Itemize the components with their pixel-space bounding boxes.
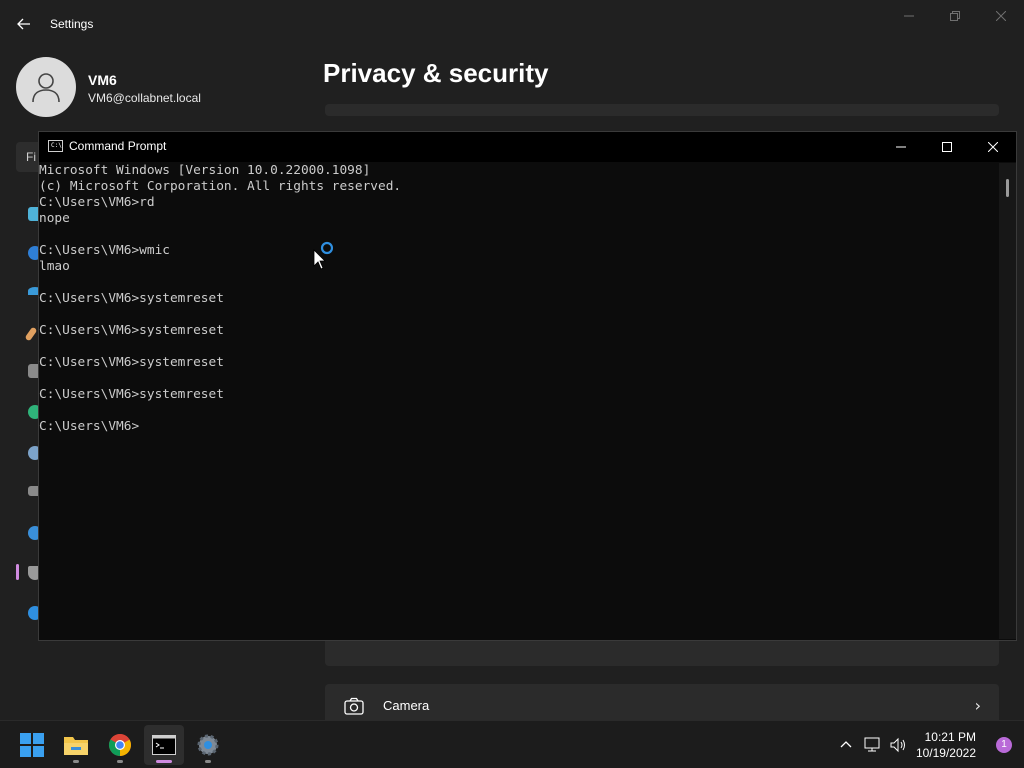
gear-icon: [197, 734, 219, 756]
camera-label: Camera: [383, 698, 430, 713]
folder-icon: [64, 737, 88, 755]
settings-titlebar: Settings: [0, 0, 1024, 48]
chevron-right-icon: ›: [974, 696, 981, 715]
camera-icon: [344, 697, 364, 715]
chevron-up-icon[interactable]: [838, 737, 854, 753]
console-line: (c) Microsoft Corporation. All rights re…: [39, 179, 402, 194]
cmd-maximize-button[interactable]: [924, 132, 970, 162]
console-line: lmao: [39, 259, 70, 274]
running-indicator: [156, 760, 172, 763]
console-line: C:\Users\VM6>systemreset: [39, 355, 224, 370]
minimize-icon: [896, 146, 906, 148]
command-prompt-window[interactable]: C:\ Command Prompt Microsoft Windows [Ve…: [38, 131, 1017, 641]
user-icon: [32, 73, 60, 103]
settings-card-top: [325, 104, 999, 116]
windows-logo-icon: [20, 733, 44, 757]
system-tray: [832, 721, 912, 768]
terminal-icon: [152, 735, 176, 755]
close-icon: [988, 142, 998, 152]
page-title: Privacy & security: [323, 58, 549, 88]
scrollbar-thumb[interactable]: [1006, 179, 1009, 197]
network-icon[interactable]: [864, 737, 882, 753]
nav-selected-indicator: [16, 564, 19, 580]
app-title: Settings: [50, 17, 94, 31]
console-line: Microsoft Windows [Version 10.0.22000.10…: [39, 163, 371, 178]
user-email: VM6@collabnet.local: [88, 91, 201, 105]
avatar[interactable]: [16, 57, 76, 117]
minimize-button[interactable]: [886, 0, 932, 32]
busy-cursor-icon: [313, 241, 333, 270]
settings-window-controls: [886, 0, 1024, 32]
restore-button[interactable]: [932, 0, 978, 32]
running-indicator: [73, 760, 79, 763]
close-icon: [996, 11, 1006, 21]
cmd-titlebar[interactable]: C:\ Command Prompt: [39, 132, 1016, 162]
command-prompt-taskbar-button[interactable]: [144, 725, 184, 765]
user-name: VM6: [88, 72, 117, 88]
personalization-icon[interactable]: [24, 326, 38, 342]
console-line: C:\Users\VM6>: [39, 419, 140, 434]
restore-icon: [950, 11, 960, 21]
console-output[interactable]: Microsoft Windows [Version 10.0.22000.10…: [39, 163, 999, 639]
cmd-app-icon: C:\: [48, 140, 63, 152]
console-line: nope: [39, 211, 70, 226]
file-explorer-button[interactable]: [56, 725, 96, 765]
chrome-icon: [109, 734, 131, 756]
clock-date: 10/19/2022: [915, 746, 976, 760]
clock-time: 10:21 PM: [924, 730, 976, 744]
cmd-window-controls: [878, 132, 1016, 162]
cmd-close-button[interactable]: [970, 132, 1016, 162]
taskbar: 10:21 PM 10/19/2022 1: [0, 720, 1024, 768]
close-button[interactable]: [978, 0, 1024, 32]
start-button[interactable]: [12, 725, 52, 765]
running-indicator: [205, 760, 211, 763]
taskbar-clock[interactable]: 10:21 PM 10/19/2022: [916, 729, 976, 761]
cmd-title: Command Prompt: [69, 139, 167, 153]
console-line: C:\Users\VM6>systemreset: [39, 387, 224, 402]
running-indicator: [117, 760, 123, 763]
settings-taskbar-button[interactable]: [188, 725, 228, 765]
notification-badge[interactable]: 1: [996, 737, 1012, 753]
minimize-icon: [904, 15, 914, 17]
console-line: C:\Users\VM6>rd: [39, 195, 155, 210]
back-arrow-icon: [17, 18, 30, 30]
console-line: C:\Users\VM6>systemreset: [39, 323, 224, 338]
chrome-button[interactable]: [100, 725, 140, 765]
maximize-icon: [942, 142, 952, 152]
cmd-minimize-button[interactable]: [878, 132, 924, 162]
console-line: C:\Users\VM6>systemreset: [39, 291, 224, 306]
console-line: C:\Users\VM6>wmic: [39, 243, 170, 258]
back-button[interactable]: [14, 14, 34, 34]
cmd-scrollbar[interactable]: [999, 163, 1016, 639]
volume-icon[interactable]: [890, 737, 908, 753]
